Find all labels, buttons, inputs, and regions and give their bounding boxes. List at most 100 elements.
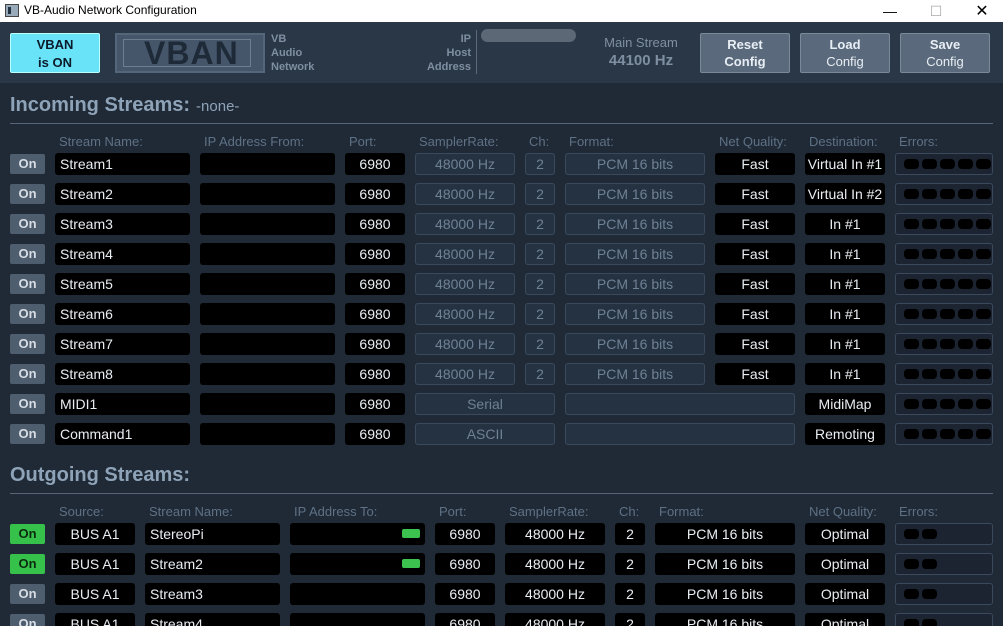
ip-to-field[interactable] (290, 553, 425, 575)
channels-selector[interactable]: 2 (615, 613, 645, 626)
minimize-button[interactable]: — (867, 0, 913, 22)
port-field[interactable]: 6980 (345, 423, 405, 445)
destination-selector[interactable]: Virtual In #1 (805, 153, 885, 175)
source-selector[interactable]: BUS A1 (55, 583, 135, 605)
port-field[interactable]: 6980 (345, 273, 405, 295)
close-button[interactable]: ✕ (959, 0, 1003, 22)
sample-rate-selector[interactable]: 48000 Hz (505, 583, 605, 605)
stream-name-field[interactable]: Stream5 (55, 273, 190, 295)
stream-name-field[interactable]: StereoPi (145, 523, 280, 545)
net-quality-selector[interactable]: Fast (715, 303, 795, 325)
format-selector[interactable]: PCM 16 bits (655, 553, 795, 575)
port-field[interactable]: 6980 (345, 333, 405, 355)
port-field[interactable]: 6980 (345, 243, 405, 265)
sample-rate-selector[interactable]: 48000 Hz (505, 553, 605, 575)
port-field[interactable]: 6980 (345, 393, 405, 415)
port-field[interactable]: 6980 (435, 553, 495, 575)
port-field[interactable]: 6980 (345, 183, 405, 205)
ip-from-field[interactable] (200, 213, 335, 235)
ip-from-field[interactable] (200, 333, 335, 355)
channels-selector[interactable]: 2 (615, 523, 645, 545)
destination-selector[interactable]: In #1 (805, 303, 885, 325)
stream-name-field[interactable]: Command1 (55, 423, 190, 445)
stream-name-field[interactable]: Stream8 (55, 363, 190, 385)
stream-on-button[interactable]: On (10, 394, 45, 414)
ip-from-field[interactable] (200, 183, 335, 205)
stream-name-field[interactable]: Stream4 (55, 243, 190, 265)
stream-on-button[interactable]: On (10, 334, 45, 354)
stream-name-field[interactable]: Stream2 (55, 183, 190, 205)
stream-on-button[interactable]: On (10, 274, 45, 294)
stream-on-button[interactable]: On (10, 584, 45, 604)
stream-name-field[interactable]: Stream3 (145, 583, 280, 605)
port-field[interactable]: 6980 (435, 583, 495, 605)
port-field[interactable]: 6980 (345, 153, 405, 175)
source-selector[interactable]: BUS A1 (55, 613, 135, 626)
port-field[interactable]: 6980 (435, 613, 495, 626)
stream-name-field[interactable]: Stream2 (145, 553, 280, 575)
stream-on-button[interactable]: On (10, 424, 45, 444)
stream-on-button[interactable]: On (10, 554, 45, 574)
ip-from-field[interactable] (200, 393, 335, 415)
stream-name-field[interactable]: Stream7 (55, 333, 190, 355)
stream-name-field[interactable]: Stream1 (55, 153, 190, 175)
port-field[interactable]: 6980 (345, 213, 405, 235)
destination-selector[interactable]: In #1 (805, 273, 885, 295)
destination-selector[interactable]: In #1 (805, 243, 885, 265)
ip-from-field[interactable] (200, 363, 335, 385)
format-selector[interactable]: PCM 16 bits (655, 583, 795, 605)
ip-to-field[interactable] (290, 523, 425, 545)
channels-selector[interactable]: 2 (615, 583, 645, 605)
net-quality-selector[interactable]: Fast (715, 183, 795, 205)
net-quality-selector[interactable]: Optimal (805, 613, 885, 626)
stream-name-field[interactable]: Stream4 (145, 613, 280, 626)
format-selector[interactable]: PCM 16 bits (655, 613, 795, 626)
net-quality-selector[interactable]: Fast (715, 273, 795, 295)
ip-from-field[interactable] (200, 423, 335, 445)
stream-name-field[interactable]: MIDI1 (55, 393, 190, 415)
ip-to-field[interactable] (290, 583, 425, 605)
source-selector[interactable]: BUS A1 (55, 553, 135, 575)
destination-selector[interactable]: In #1 (805, 333, 885, 355)
stream-on-button[interactable]: On (10, 524, 45, 544)
reset-config-button[interactable]: Reset Config (700, 33, 790, 73)
stream-on-button[interactable]: On (10, 184, 45, 204)
net-quality-selector[interactable]: Optimal (805, 553, 885, 575)
net-quality-selector[interactable]: Fast (715, 333, 795, 355)
destination-selector[interactable]: Virtual In #2 (805, 183, 885, 205)
save-config-button[interactable]: Save Config (900, 33, 990, 73)
source-selector[interactable]: BUS A1 (55, 523, 135, 545)
net-quality-selector[interactable]: Fast (715, 153, 795, 175)
sample-rate-selector[interactable]: 48000 Hz (505, 523, 605, 545)
ip-to-field[interactable] (290, 613, 425, 626)
ip-from-field[interactable] (200, 273, 335, 295)
destination-selector[interactable]: In #1 (805, 213, 885, 235)
channels-selector[interactable]: 2 (615, 553, 645, 575)
net-quality-selector[interactable]: Optimal (805, 523, 885, 545)
ip-from-field[interactable] (200, 243, 335, 265)
stream-on-button[interactable]: On (10, 214, 45, 234)
stream-on-button[interactable]: On (10, 364, 45, 384)
stream-on-button[interactable]: On (10, 244, 45, 264)
load-config-button[interactable]: Load Config (800, 33, 890, 73)
destination-selector[interactable]: Remoting (805, 423, 885, 445)
port-field[interactable]: 6980 (435, 523, 495, 545)
net-quality-selector[interactable]: Optimal (805, 583, 885, 605)
net-quality-selector[interactable]: Fast (715, 213, 795, 235)
ip-from-field[interactable] (200, 153, 335, 175)
stream-on-button[interactable]: On (10, 614, 45, 626)
sample-rate-selector[interactable]: 48000 Hz (505, 613, 605, 626)
destination-selector[interactable]: MidiMap (805, 393, 885, 415)
stream-name-field[interactable]: Stream3 (55, 213, 190, 235)
stream-on-button[interactable]: On (10, 304, 45, 324)
ip-host-address-field[interactable] (481, 29, 576, 42)
ip-from-field[interactable] (200, 303, 335, 325)
stream-name-field[interactable]: Stream6 (55, 303, 190, 325)
net-quality-selector[interactable]: Fast (715, 363, 795, 385)
maximize-button[interactable]: ☐ (913, 0, 959, 22)
port-field[interactable]: 6980 (345, 303, 405, 325)
stream-on-button[interactable]: On (10, 154, 45, 174)
net-quality-selector[interactable]: Fast (715, 243, 795, 265)
vban-toggle-button[interactable]: VBAN is ON (10, 33, 100, 73)
port-field[interactable]: 6980 (345, 363, 405, 385)
